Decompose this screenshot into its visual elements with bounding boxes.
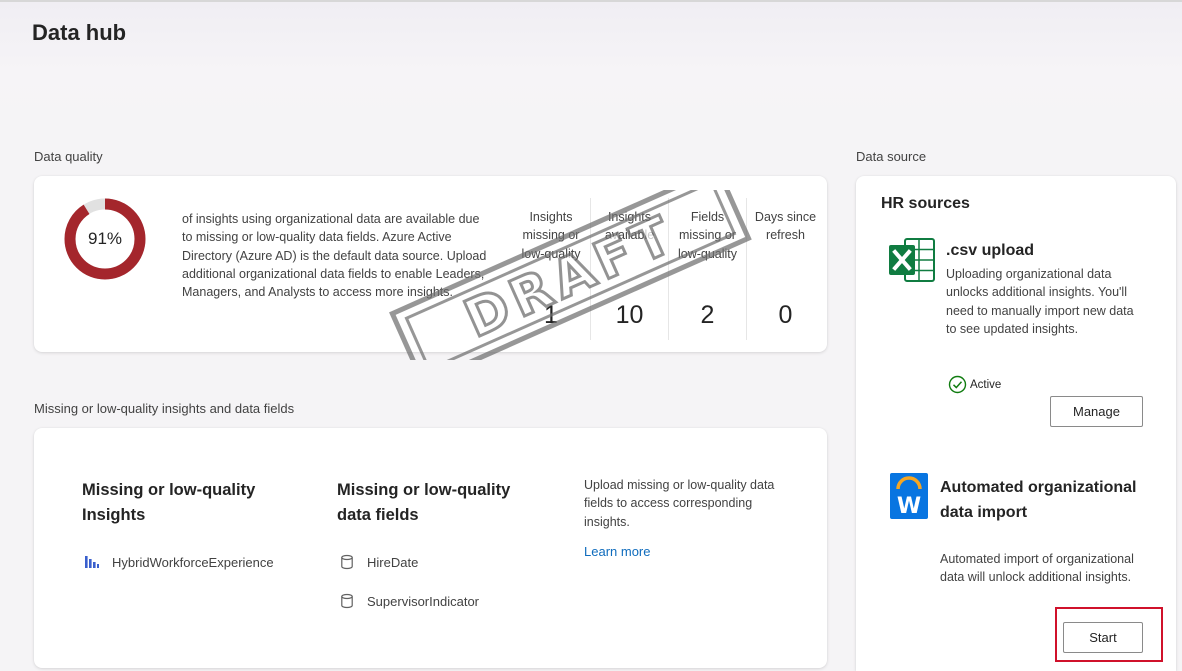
header-background bbox=[0, 0, 1182, 120]
field-item-label: HireDate bbox=[367, 554, 419, 570]
metric-label: Insights missing or low-quality bbox=[521, 210, 581, 261]
missing-card: Missing or low-quality Insights HybridWo… bbox=[34, 428, 827, 668]
workday-icon: W bbox=[890, 473, 928, 519]
metric-value: 10 bbox=[615, 301, 644, 329]
insight-item-label: HybridWorkforceExperience bbox=[112, 554, 274, 570]
quality-description: of insights using organizational data ar… bbox=[182, 212, 487, 300]
hr-sources-card: HR sources .csv upload Uploading organiz… bbox=[856, 176, 1176, 671]
automated-import-title: Automated organizational data import bbox=[940, 479, 1137, 521]
csv-upload-title: .csv upload bbox=[946, 242, 1035, 259]
csv-status: Active bbox=[948, 375, 1001, 394]
metric-label: Days since refresh bbox=[754, 210, 817, 243]
data-source-label: Data source bbox=[856, 149, 927, 164]
missing-insights-title: Missing or low-quality Insights bbox=[82, 481, 256, 524]
metric-days-since-refresh: Days since refresh 0 bbox=[746, 198, 824, 340]
field-item: HireDate bbox=[339, 554, 418, 570]
automated-import-description: Automated import of organizational data … bbox=[940, 552, 1134, 585]
database-icon bbox=[339, 593, 355, 609]
metric-insights-available: Insights available 10 bbox=[590, 198, 668, 340]
metric-label: Fields missing or low-quality bbox=[677, 210, 738, 261]
page-title: Data hub bbox=[32, 20, 127, 45]
metric-label: Insights available bbox=[604, 210, 655, 243]
svg-text:W: W bbox=[897, 494, 921, 519]
database-icon bbox=[339, 554, 355, 570]
csv-upload-description: Uploading organizational data unlocks ad… bbox=[946, 267, 1134, 336]
metric-value: 1 bbox=[544, 301, 558, 329]
metric-fields-missing: Fields missing or low-quality 2 bbox=[668, 198, 746, 340]
field-item: SupervisorIndicator bbox=[339, 593, 479, 609]
insight-item: HybridWorkforceExperience bbox=[84, 554, 274, 570]
learn-more-link[interactable]: Learn more bbox=[584, 544, 650, 559]
missing-section-label: Missing or low-quality insights and data… bbox=[34, 401, 295, 416]
metric-value: 0 bbox=[778, 301, 793, 329]
data-quality-card: 91% of insights using organizational dat… bbox=[34, 176, 827, 352]
metric-value: 2 bbox=[700, 301, 715, 329]
data-quality-label: Data quality bbox=[34, 149, 103, 164]
metric-insights-missing: Insights missing or low-quality 1 bbox=[512, 198, 590, 340]
check-circle-icon bbox=[948, 375, 967, 394]
hr-sources-title: HR sources bbox=[881, 195, 970, 212]
excel-icon bbox=[889, 238, 935, 282]
csv-status-text: Active bbox=[970, 378, 1002, 391]
bar-chart-icon bbox=[84, 554, 100, 570]
upload-instructions: Upload missing or low-quality data field… bbox=[584, 478, 775, 529]
field-item-label: SupervisorIndicator bbox=[367, 593, 479, 609]
quality-percent: 91% bbox=[87, 229, 123, 248]
missing-fields-title: Missing or low-quality data fields bbox=[337, 481, 511, 524]
start-button-highlight bbox=[1055, 607, 1163, 662]
manage-button[interactable]: Manage bbox=[1050, 396, 1143, 427]
